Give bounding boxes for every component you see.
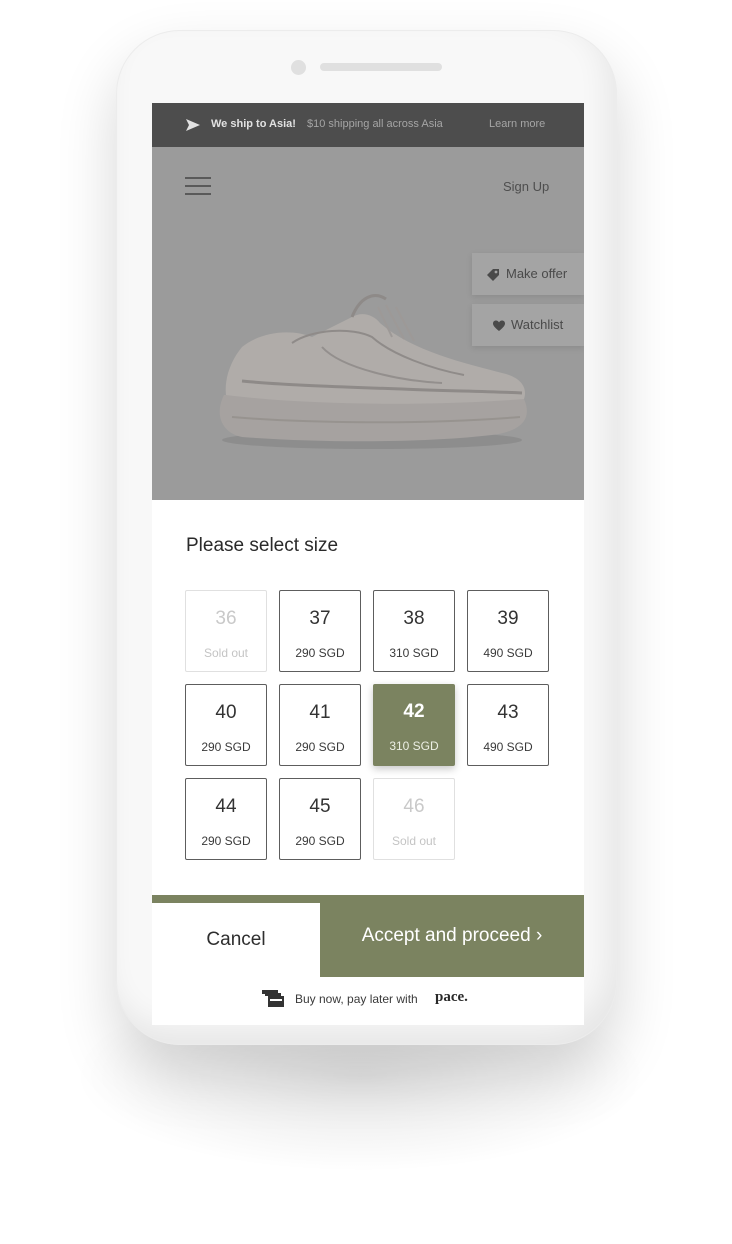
- size-price: 310 SGD: [389, 739, 439, 753]
- size-number: 39: [497, 608, 519, 629]
- size-number: 41: [309, 702, 331, 723]
- size-price: 310 SGD: [389, 646, 439, 660]
- size-number: 45: [309, 796, 331, 817]
- speaker-grille: [320, 63, 442, 71]
- size-option-44[interactable]: 44 290 SGD: [185, 778, 267, 860]
- camera-icon: [291, 60, 306, 75]
- promo-bar: We ship to Asia! $10 shipping all across…: [152, 103, 584, 147]
- size-price: 290 SGD: [295, 834, 345, 848]
- size-number: 38: [403, 608, 425, 629]
- size-number: 37: [309, 608, 331, 629]
- phone-screen: We ship to Asia! $10 shipping all across…: [152, 103, 584, 1025]
- size-option-40[interactable]: 40 290 SGD: [185, 684, 267, 766]
- watchlist-label: Watchlist: [511, 317, 564, 332]
- make-offer-label: Make offer: [506, 266, 568, 281]
- promo-text: $10 shipping all across Asia: [307, 118, 443, 130]
- size-option-38[interactable]: 38 310 SGD: [373, 590, 455, 672]
- pace-logo: pace.: [435, 989, 468, 1005]
- size-price: 490 SGD: [483, 646, 533, 660]
- learn-more-link[interactable]: Learn more: [489, 118, 545, 130]
- cancel-button[interactable]: Cancel: [152, 903, 320, 977]
- size-number: 40: [215, 702, 237, 723]
- size-panel-title: Please select size: [186, 535, 339, 556]
- send-icon: [186, 119, 200, 131]
- size-price: Sold out: [203, 646, 249, 660]
- accept-and-proceed-button[interactable]: Accept and proceed ›: [320, 895, 584, 977]
- size-option-43[interactable]: 43 490 SGD: [467, 684, 549, 766]
- promo-headline: We ship to Asia!: [211, 118, 296, 130]
- size-price: 290 SGD: [201, 740, 251, 754]
- size-option-37[interactable]: 37 290 SGD: [279, 590, 361, 672]
- product-hero-overlay[interactable]: Sign Up Make offer Watchlist: [152, 147, 584, 500]
- size-number: 42: [403, 701, 425, 722]
- size-option-45[interactable]: 45 290 SGD: [279, 778, 361, 860]
- size-option-46: 46 Sold out: [373, 778, 455, 860]
- pay-later-footer[interactable]: Buy now, pay later with pace.: [152, 977, 584, 1025]
- size-number: 46: [403, 796, 425, 817]
- watchlist-button[interactable]: Watchlist: [472, 304, 584, 346]
- size-selector-panel: Please select size 36 Sold out 37 290 SGD 38…: [152, 500, 584, 896]
- size-price: 490 SGD: [483, 740, 533, 754]
- make-offer-button[interactable]: Make offer: [472, 253, 584, 295]
- size-number: 36: [215, 608, 237, 629]
- size-price: 290 SGD: [295, 646, 345, 660]
- cards-icon: [262, 990, 284, 1007]
- size-price: 290 SGD: [201, 834, 251, 848]
- action-bar: Cancel Accept and proceed ›: [152, 895, 584, 977]
- pay-later-text: Buy now, pay later with: [295, 992, 418, 1006]
- heart-icon: [493, 320, 505, 331]
- size-option-39[interactable]: 39 490 SGD: [467, 590, 549, 672]
- size-price: 290 SGD: [295, 740, 345, 754]
- size-number: 44: [215, 796, 237, 817]
- size-price: Sold out: [391, 834, 437, 848]
- size-number: 43: [497, 702, 519, 723]
- hamburger-icon[interactable]: [185, 177, 211, 195]
- size-option-42[interactable]: 42 310 SGD: [373, 684, 455, 766]
- sign-up-link[interactable]: Sign Up: [503, 179, 549, 194]
- size-option-36: 36 Sold out: [185, 590, 267, 672]
- size-option-41[interactable]: 41 290 SGD: [279, 684, 361, 766]
- tag-icon: [487, 269, 499, 281]
